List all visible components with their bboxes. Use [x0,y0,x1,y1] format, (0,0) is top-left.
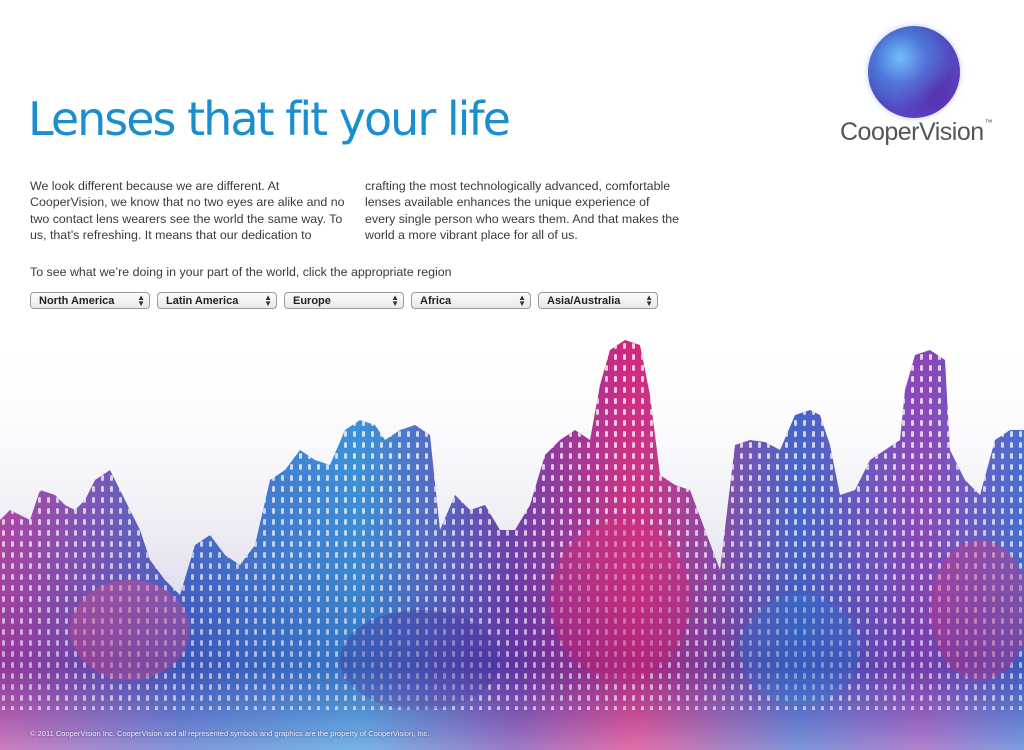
intro-text: We look different because we are differe… [30,178,680,244]
region-select-label: Asia/Australia [547,294,621,307]
region-select-label: Latin America [166,294,239,307]
copyright-footer: © 2011 CooperVision Inc. CooperVision an… [30,729,430,738]
select-arrows-icon: ▲ ▼ [645,292,653,308]
region-select-north-america[interactable]: North America ▲ ▼ [30,292,150,309]
coopervision-logo: CooperVision™ [840,118,993,147]
select-arrows-icon: ▲ ▼ [137,292,145,308]
region-select-europe[interactable]: Europe ▲ ▼ [284,292,404,309]
region-select-asia-australia[interactable]: Asia/Australia ▲ ▼ [538,292,658,309]
select-arrows-icon: ▲ ▼ [391,292,399,308]
select-arrows-icon: ▲ ▼ [264,292,272,308]
intro-paragraph: We look different because we are differe… [30,179,680,243]
page-headline: Lenses that fit your life [28,92,511,146]
logo-wordmark: CooperVision [840,118,984,146]
region-selectors: North America ▲ ▼ Latin America ▲ ▼ Europe… [30,292,658,309]
trademark-symbol: ™ [984,118,993,127]
region-select-africa[interactable]: Africa ▲ ▼ [411,292,531,309]
region-select-label: North America [39,294,115,307]
coopervision-logo-orb [868,26,960,118]
region-select-label: Europe [293,294,331,307]
watercolor-city-skyline [0,330,1024,750]
region-select-label: Africa [420,294,452,307]
region-prompt: To see what we’re doing in your part of … [30,265,452,279]
select-arrows-icon: ▲ ▼ [518,292,526,308]
region-select-latin-america[interactable]: Latin America ▲ ▼ [157,292,277,309]
